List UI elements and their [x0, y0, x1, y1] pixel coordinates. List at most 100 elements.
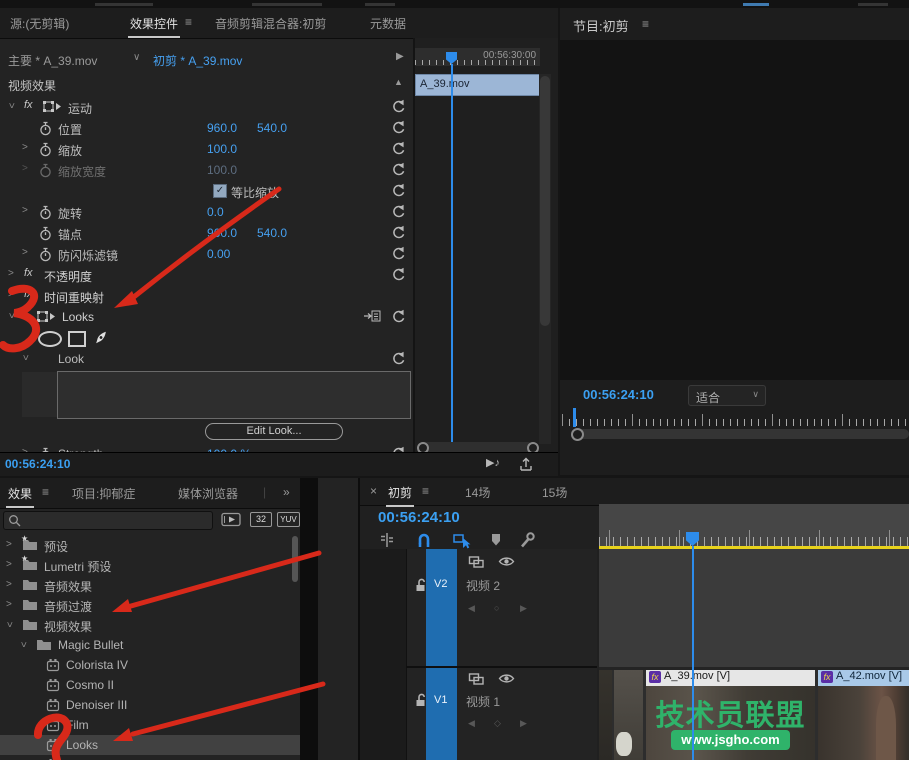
sync-lock-icon[interactable]: [468, 672, 486, 686]
stopwatch-icon[interactable]: [38, 142, 53, 157]
clip-partial-left[interactable]: [599, 670, 612, 760]
tree-item-lumetri-presets[interactable]: > ★ Lumetri 预设: [0, 555, 288, 575]
tree-item-film[interactable]: Film: [0, 715, 288, 735]
ec-scrollbar-thumb[interactable]: [540, 76, 550, 326]
track-output-eye-icon[interactable]: [498, 672, 515, 685]
search-input[interactable]: [24, 512, 208, 529]
tab-sequence-14[interactable]: 14场: [465, 484, 490, 501]
expand-caret-icon[interactable]: >: [6, 599, 12, 610]
sync-lock-icon[interactable]: [468, 555, 486, 569]
tree-item-denoiser[interactable]: Denoiser III: [0, 695, 288, 715]
tree-item-cosmo[interactable]: Cosmo II: [0, 675, 288, 695]
expand-caret-icon[interactable]: >: [8, 289, 14, 300]
reset-icon[interactable]: [391, 141, 405, 155]
clip-fx-badge[interactable]: fx: [821, 671, 833, 683]
add-keyframe-icon[interactable]: ◇: [494, 718, 501, 729]
reset-icon[interactable]: [391, 351, 405, 365]
clip-fx-badge[interactable]: fx: [649, 671, 661, 683]
stopwatch-icon[interactable]: [38, 205, 53, 220]
accelerated-effects-icon[interactable]: [221, 512, 241, 527]
tree-item-presets[interactable]: > ★ 预设: [0, 535, 288, 555]
effect-row-antiflicker[interactable]: > 防闪烁滤镜 0.00: [0, 243, 413, 265]
expand-caret-icon[interactable]: >: [8, 268, 14, 279]
mask-ellipse-icon[interactable]: [38, 331, 62, 347]
close-icon[interactable]: ×: [370, 484, 377, 498]
play-audio-icon[interactable]: ▶♪: [486, 456, 500, 469]
timeline-playhead-line[interactable]: [692, 546, 694, 760]
expand-caret-icon[interactable]: >: [5, 103, 16, 109]
tree-item-audio-effects[interactable]: > 音频效果: [0, 575, 288, 595]
tree-item-audio-transitions[interactable]: > 音频过渡: [0, 595, 288, 615]
clip-a39[interactable]: fxA_39.mov [V] 技术员联盟 www.jsgho.com: [646, 670, 815, 760]
reset-icon[interactable]: [391, 120, 405, 134]
expand-caret-icon[interactable]: >: [22, 142, 28, 153]
track-v2-content[interactable]: [599, 549, 909, 667]
reset-icon[interactable]: [391, 99, 405, 113]
expand-caret-icon[interactable]: >: [3, 622, 14, 628]
param-value-y[interactable]: 540.0: [257, 121, 287, 135]
param-value[interactable]: 0.00: [207, 247, 230, 261]
look-preview-box[interactable]: [57, 371, 411, 419]
panel-menu-icon[interactable]: ≡: [185, 15, 192, 29]
track-name[interactable]: 视频 2: [466, 577, 500, 594]
stopwatch-icon[interactable]: [38, 226, 53, 241]
effect-row-uniform-scale[interactable]: ✓ 等比缩放: [0, 180, 413, 202]
next-keyframe-icon[interactable]: ▶: [520, 603, 527, 614]
mask-rectangle-icon[interactable]: [68, 331, 86, 347]
keyframe-list-icon[interactable]: [363, 309, 381, 323]
mask-pen-icon[interactable]: [89, 326, 112, 349]
tree-item-looks[interactable]: Looks: [0, 735, 300, 755]
param-value[interactable]: 100.0: [207, 142, 237, 156]
effect-row-anchor[interactable]: 锚点 960.0 540.0: [0, 222, 413, 244]
video-effects-header[interactable]: 视频效果 ▲: [0, 72, 413, 97]
prev-keyframe-icon[interactable]: ◀: [468, 603, 475, 614]
ec-scrollbar-track[interactable]: [539, 74, 551, 444]
program-playhead[interactable]: [573, 408, 576, 427]
expand-caret-icon[interactable]: >: [17, 642, 28, 648]
reset-icon[interactable]: [391, 225, 405, 239]
track-name[interactable]: 视频 1: [466, 693, 500, 710]
expand-caret-icon[interactable]: >: [6, 579, 12, 590]
stopwatch-icon[interactable]: [38, 247, 53, 262]
reset-icon[interactable]: [391, 246, 405, 260]
clip-partial-2[interactable]: [614, 670, 643, 760]
reset-icon[interactable]: [391, 309, 405, 323]
clip-a42-header[interactable]: fxA_42.mov [V]: [818, 670, 909, 686]
param-value[interactable]: 0.0: [207, 205, 224, 219]
effect-row-scale-width[interactable]: > 缩放宽度 100.0: [0, 159, 413, 181]
tab-sequence-15[interactable]: 15场: [542, 484, 567, 501]
effect-row-rotation[interactable]: > 旋转 0.0: [0, 201, 413, 223]
tab-metadata[interactable]: 元数据: [370, 15, 406, 32]
program-scrollbar[interactable]: [578, 429, 909, 439]
master-clip-label[interactable]: 主要 * A_39.mov: [8, 52, 97, 69]
reset-icon[interactable]: [391, 267, 405, 281]
effects-32bit-badge[interactable]: 32: [250, 512, 272, 527]
add-marker-icon[interactable]: [488, 532, 504, 548]
tree-item-magic-bullet[interactable]: > Magic Bullet: [0, 635, 288, 655]
mini-zoom-bar[interactable]: [418, 442, 533, 452]
edit-look-button[interactable]: Edit Look...: [205, 423, 343, 440]
effect-row-opacity[interactable]: > fx 不透明度: [0, 264, 413, 286]
tab-sequence-active[interactable]: 初剪: [388, 484, 412, 501]
program-timecode[interactable]: 00:56:24:10: [583, 387, 654, 402]
export-frame-icon[interactable]: [518, 456, 534, 472]
timeline-timecode[interactable]: 00:56:24:10: [378, 509, 460, 526]
tab-audio-mixer[interactable]: 音频剪辑混合器:初剪: [215, 15, 326, 32]
effect-row-scale[interactable]: > 缩放 100.0: [0, 138, 413, 160]
track-header-v2[interactable]: V2 视频 2 ◀ ○ ▶: [406, 549, 597, 668]
program-video-area[interactable]: [560, 40, 909, 380]
next-clip-icon[interactable]: ▶: [396, 51, 404, 62]
expand-caret-icon[interactable]: >: [6, 559, 12, 570]
effect-row-time-remapping[interactable]: > fx 时间重映射: [0, 285, 413, 307]
search-box[interactable]: [3, 511, 213, 530]
add-keyframe-icon[interactable]: ○: [494, 603, 499, 613]
uniform-scale-checkbox[interactable]: ✓: [213, 184, 227, 198]
linked-selection-icon[interactable]: [452, 531, 472, 549]
panel-menu-icon[interactable]: ≡: [422, 484, 429, 498]
master-collapse-icon[interactable]: ∨: [133, 52, 140, 63]
expand-caret-icon[interactable]: >: [6, 539, 12, 550]
param-value-x[interactable]: 960.0: [207, 121, 237, 135]
track-target-v1[interactable]: V1: [426, 668, 457, 760]
param-value-y[interactable]: 540.0: [257, 226, 287, 240]
panel-overflow-icon[interactable]: »: [283, 485, 290, 499]
